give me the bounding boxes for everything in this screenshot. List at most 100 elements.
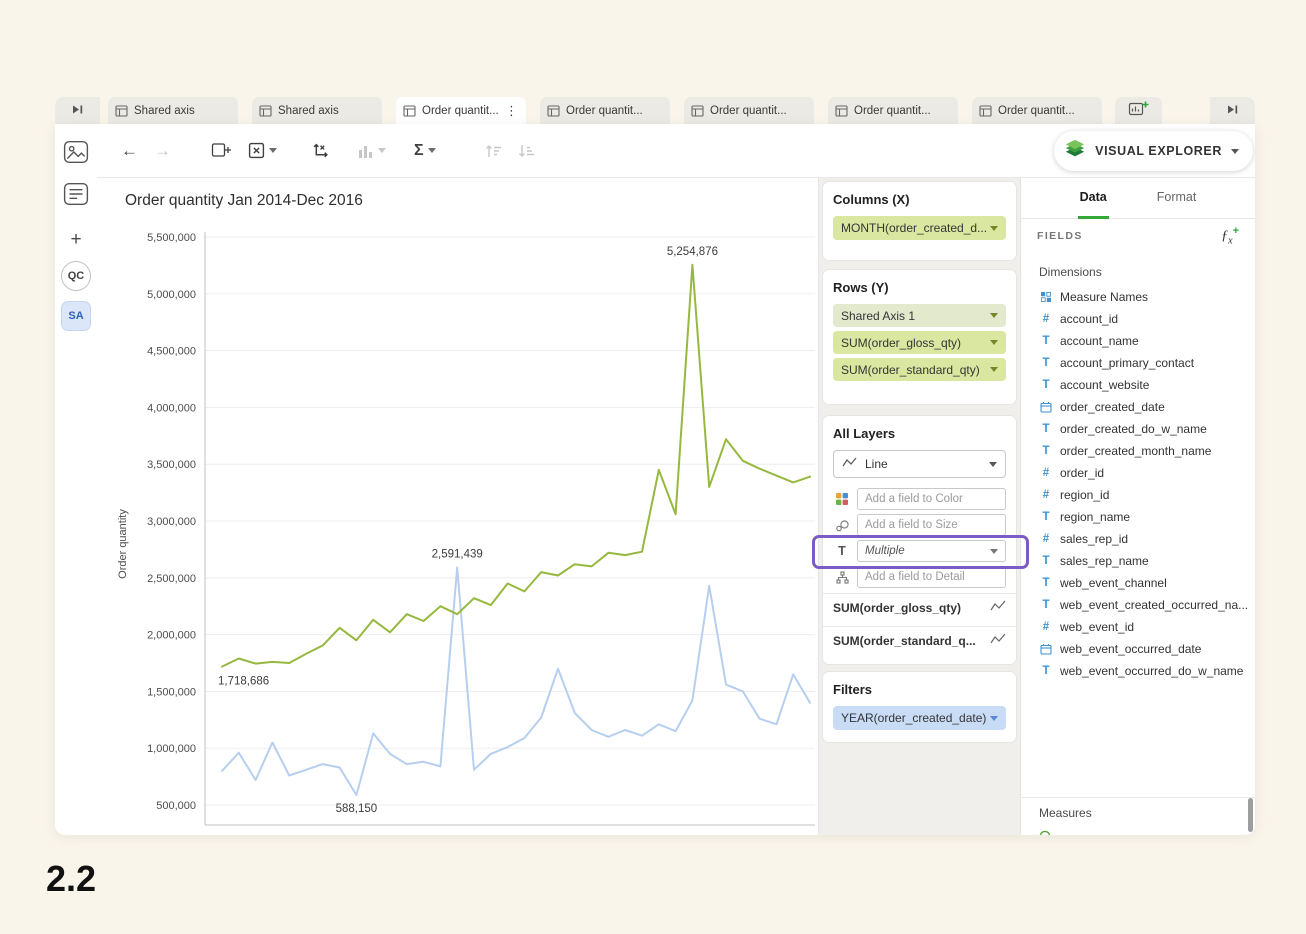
mark-type-select[interactable]: Line <box>833 450 1006 478</box>
field-item[interactable]: Taccount_primary_contact <box>1021 352 1255 374</box>
tab-scroll-right-button[interactable] <box>1210 97 1255 124</box>
chevron-down-icon <box>378 148 386 153</box>
worksheet-tab[interactable]: Order quantit... ⋮ <box>396 97 526 124</box>
kebab-menu-icon[interactable]: ⋮ <box>504 104 519 117</box>
number-field-icon: # <box>1039 533 1053 545</box>
field-name: region_name <box>1060 510 1130 524</box>
y-tick-label: 1,500,000 <box>147 686 196 698</box>
field-item[interactable]: web_event_occurred_date <box>1021 638 1255 660</box>
swap-axes-button[interactable] <box>311 141 330 160</box>
worksheet-icon <box>691 105 704 117</box>
worksheet-tab[interactable]: Shared axis <box>252 97 382 124</box>
worksheet-tab[interactable]: Order quantit... <box>684 97 814 124</box>
fields-header-row: FIELDS ƒx+ <box>1021 219 1255 253</box>
field-item[interactable]: Taccount_name <box>1021 330 1255 352</box>
image-widget-button[interactable] <box>61 140 91 168</box>
back-button[interactable]: ← <box>121 142 138 159</box>
data-label: 588,150 <box>336 803 378 815</box>
skip-forward-icon <box>71 102 84 120</box>
field-item[interactable]: Taccount_website <box>1021 374 1255 396</box>
notes-widget-icon <box>63 182 89 211</box>
field-item[interactable]: Tweb_event_occurred_do_w_name <box>1021 660 1255 682</box>
field-item[interactable]: #web_event_id <box>1021 616 1255 638</box>
field-item[interactable]: #account_id <box>1021 308 1255 330</box>
field-item[interactable]: Torder_created_do_w_name <box>1021 418 1255 440</box>
text-field-icon: T <box>1039 379 1053 391</box>
y-tick-label: 3,000,000 <box>147 516 196 528</box>
sort-descending-button[interactable] <box>517 144 536 158</box>
y-tick-label: 5,500,000 <box>147 232 196 244</box>
worksheet-tab[interactable]: Order quantit... <box>972 97 1102 124</box>
notes-widget-button[interactable] <box>61 182 91 210</box>
left-rail: + QC SA <box>55 124 97 835</box>
field-item[interactable]: #order_id <box>1021 462 1255 484</box>
chart-series <box>222 265 810 667</box>
field-item[interactable]: Torder_created_month_name <box>1021 440 1255 462</box>
add-element-button[interactable]: + <box>70 230 81 249</box>
chart-type-button[interactable] <box>358 144 386 158</box>
text-field-icon: T <box>1039 423 1053 435</box>
sort-ascending-button[interactable] <box>484 144 503 158</box>
layer-measure-row[interactable]: SUM(order_gloss_qty) <box>833 594 1006 621</box>
detail-drop-target[interactable]: Add a field to Detail <box>857 566 1006 588</box>
measure-field-icon <box>1039 829 1051 835</box>
add-calculation-button[interactable]: ƒx+ <box>1221 225 1239 246</box>
tab-scroll-left-button[interactable] <box>55 97 100 124</box>
worksheet-tab[interactable]: Order quantit... <box>540 97 670 124</box>
shelf-pill[interactable]: MONTH(order_created_d... <box>833 216 1006 240</box>
new-visualization-tab-button[interactable] <box>1115 97 1162 124</box>
forward-button[interactable]: → <box>154 142 171 159</box>
data-label: 2,591,439 <box>432 548 483 560</box>
field-name: web_event_created_occurred_na... <box>1060 598 1248 612</box>
field-name: web_event_occurred_do_w_name <box>1060 664 1243 678</box>
scrollbar-thumb[interactable] <box>1248 798 1253 832</box>
number-field-icon: # <box>1039 621 1053 633</box>
worksheet-icon <box>259 105 272 117</box>
add-sheet-button[interactable] <box>211 142 232 159</box>
filter-pill[interactable]: YEAR(order_created_date) <box>833 706 1006 730</box>
tab-label: Order quantit... <box>422 105 498 117</box>
field-name: sales_rep_id <box>1060 532 1128 546</box>
worksheet-tab[interactable]: Order quantit... <box>828 97 958 124</box>
text-icon: T <box>833 544 851 558</box>
shelf-pill[interactable]: Shared Axis 1 <box>833 304 1006 327</box>
rows-pill-list: Shared Axis 1 SUM(order_gloss_qty) SUM(ord… <box>833 304 1006 381</box>
color-drop-target[interactable]: Add a field to Color <box>857 488 1006 510</box>
chevron-down-icon <box>1231 149 1239 154</box>
image-widget-icon <box>63 140 89 169</box>
y-tick-label: 500,000 <box>156 800 196 812</box>
field-item[interactable]: Tregion_name <box>1021 506 1255 528</box>
y-tick-label: 1,000,000 <box>147 743 196 755</box>
worksheet-tab[interactable]: Shared axis <box>108 97 238 124</box>
shelf-pill[interactable]: SUM(order_gloss_qty) <box>833 331 1006 354</box>
visual-explorer-logo-icon <box>1064 138 1086 165</box>
number-field-icon: # <box>1039 467 1053 479</box>
text-drop-target[interactable]: Multiple <box>857 540 1006 562</box>
field-item[interactable]: order_created_date <box>1021 396 1255 418</box>
field-item[interactable]: Tsales_rep_name <box>1021 550 1255 572</box>
field-item[interactable]: Tweb_event_created_occurred_na... <box>1021 594 1255 616</box>
tab-data[interactable]: Data <box>1078 178 1109 219</box>
size-drop-target[interactable]: Add a field to Size <box>857 514 1006 536</box>
color-palette-icon <box>833 492 851 506</box>
shelf-title: Rows (Y) <box>833 280 1006 295</box>
field-name: web_event_channel <box>1060 576 1167 590</box>
field-item[interactable]: # sales_rep_id <box>1021 528 1255 550</box>
tab-format[interactable]: Format <box>1155 178 1199 219</box>
shelf-title: All Layers <box>833 426 1006 441</box>
chart-card: Order quantity Jan 2014-Dec 2016 Order q… <box>97 178 818 835</box>
field-name: order_created_month_name <box>1060 444 1211 458</box>
field-item[interactable]: Tweb_event_channel <box>1021 572 1255 594</box>
shelf-pill[interactable]: SUM(order_standard_qty) <box>833 358 1006 381</box>
visual-explorer-button[interactable]: VISUAL EXPLORER <box>1054 131 1253 171</box>
field-item[interactable]: #region_id <box>1021 484 1255 506</box>
clear-sheet-button[interactable] <box>248 142 277 159</box>
sigma-icon: Σ <box>414 142 424 160</box>
tab-label: Order quantit... <box>710 105 807 117</box>
avatar-sa[interactable]: SA <box>61 301 91 331</box>
layer-measure-row[interactable]: SUM(order_standard_q... <box>833 627 1006 654</box>
field-item[interactable]: Measure Names <box>1021 286 1255 308</box>
skip-forward-icon <box>1226 102 1239 120</box>
aggregate-button[interactable]: Σ <box>414 142 436 160</box>
avatar-qc[interactable]: QC <box>61 261 91 291</box>
